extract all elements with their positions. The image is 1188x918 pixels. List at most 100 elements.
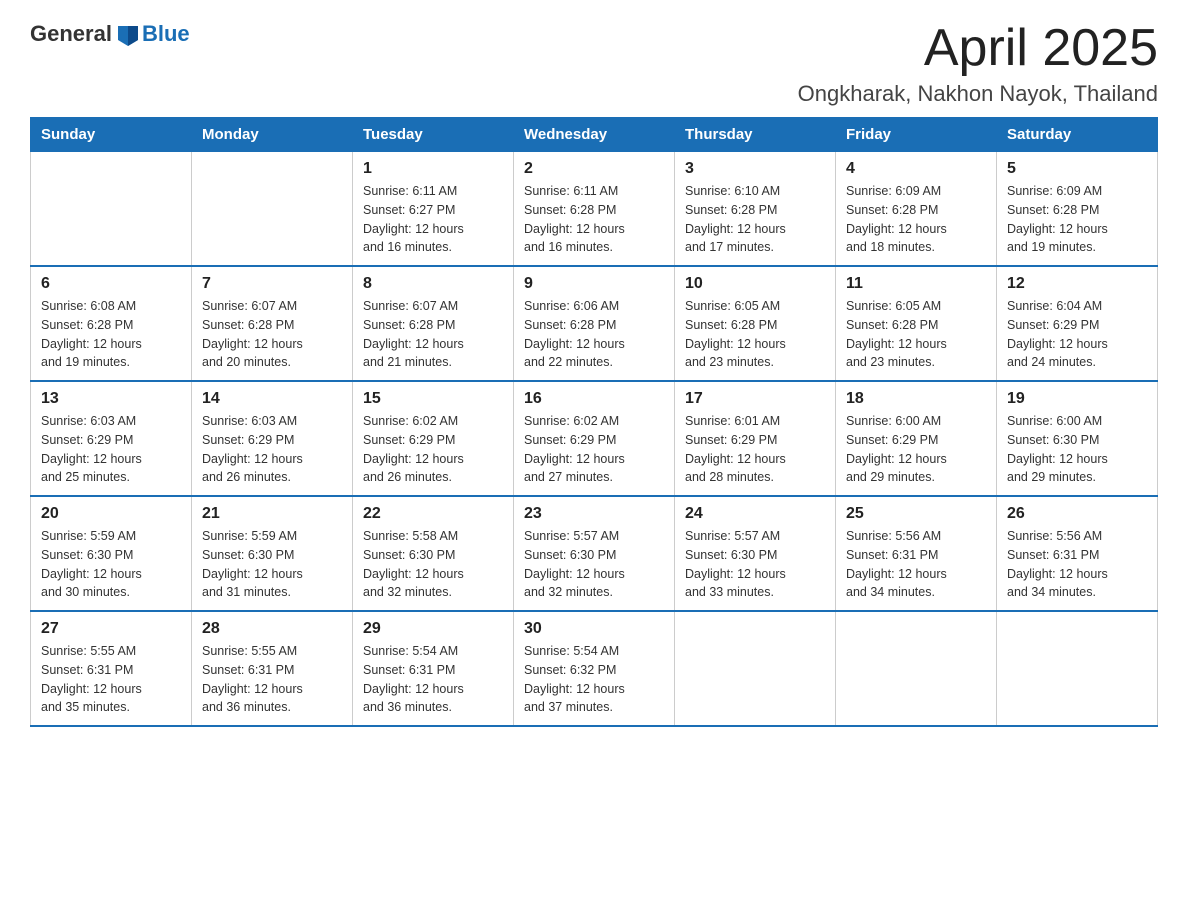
calendar-cell: 28 Sunrise: 5:55 AM Sunset: 6:31 PM Dayli… [192, 611, 353, 726]
calendar-week-row: 27Sunrise: 5:55 AM Sunset: 6:31 PM Dayli… [31, 611, 1158, 726]
day-info: Sunrise: 6:02 AM Sunset: 6:29 PM Dayligh… [363, 412, 503, 487]
day-number: 28 [202, 620, 342, 638]
day-number: 29 [363, 620, 503, 638]
calendar-cell: 10 Sunrise: 6:05 AM Sunset: 6:28 PM Dayli… [675, 266, 836, 381]
day-number: 4 [846, 160, 986, 178]
logo: General Blue [30, 20, 190, 48]
calendar-cell: 22 Sunrise: 5:58 AM Sunset: 6:30 PM Dayli… [353, 496, 514, 611]
day-number: 7 [202, 275, 342, 293]
day-number: 8 [363, 275, 503, 293]
day-number: 9 [524, 275, 664, 293]
weekday-header-monday: Monday [192, 118, 353, 152]
day-info: Sunrise: 6:11 AM Sunset: 6:28 PM Dayligh… [524, 182, 664, 257]
page-title: April 2025 [798, 20, 1158, 77]
day-info: Sunrise: 5:56 AM Sunset: 6:31 PM Dayligh… [846, 527, 986, 602]
day-number: 3 [685, 160, 825, 178]
day-info: Sunrise: 5:56 AM Sunset: 6:31 PM Dayligh… [1007, 527, 1147, 602]
calendar-cell: 24Sunrise: 5:57 AM Sunset: 6:30 PM Dayli… [675, 496, 836, 611]
day-number: 2 [524, 160, 664, 178]
calendar-cell: 14Sunrise: 6:03 AM Sunset: 6:29 PM Dayli… [192, 381, 353, 496]
day-info: Sunrise: 6:05 AM Sunset: 6:28 PM Dayligh… [685, 297, 825, 372]
day-number: 12 [1007, 275, 1147, 293]
calendar-cell: 1Sunrise: 6:11 AM Sunset: 6:27 PM Daylig… [353, 152, 514, 267]
day-number: 6 [41, 275, 181, 293]
calendar-cell [31, 152, 192, 267]
calendar-cell: 13 Sunrise: 6:03 AM Sunset: 6:29 PM Dayli… [31, 381, 192, 496]
day-number: 11 [846, 275, 986, 293]
weekday-row: SundayMondayTuesdayWednesdayThursdayFrid… [31, 118, 1158, 152]
calendar-cell: 27Sunrise: 5:55 AM Sunset: 6:31 PM Dayli… [31, 611, 192, 726]
calendar-week-row: 20 Sunrise: 5:59 AM Sunset: 6:30 PM Dayli… [31, 496, 1158, 611]
calendar-cell: 29 Sunrise: 5:54 AM Sunset: 6:31 PM Dayli… [353, 611, 514, 726]
calendar-cell: 19Sunrise: 6:00 AM Sunset: 6:30 PM Dayli… [997, 381, 1158, 496]
weekday-header-saturday: Saturday [997, 118, 1158, 152]
calendar-cell: 20Sunrise: 5:59 AM Sunset: 6:30 PM Dayli… [31, 496, 192, 611]
calendar-cell: 17 Sunrise: 6:01 AM Sunset: 6:29 PM Dayli… [675, 381, 836, 496]
day-info: Sunrise: 6:08 AM Sunset: 6:28 PM Dayligh… [41, 297, 181, 372]
day-number: 21 [202, 505, 342, 523]
day-info: Sunrise: 6:02 AM Sunset: 6:29 PM Dayligh… [524, 412, 664, 487]
day-info: Sunrise: 6:06 AM Sunset: 6:28 PM Dayligh… [524, 297, 664, 372]
calendar-cell [997, 611, 1158, 726]
day-info: Sunrise: 6:09 AM Sunset: 6:28 PM Dayligh… [846, 182, 986, 257]
day-number: 25 [846, 505, 986, 523]
calendar-cell: 15 Sunrise: 6:02 AM Sunset: 6:29 PM Dayli… [353, 381, 514, 496]
calendar-week-row: 6 Sunrise: 6:08 AM Sunset: 6:28 PM Daylig… [31, 266, 1158, 381]
day-info: Sunrise: 5:58 AM Sunset: 6:30 PM Dayligh… [363, 527, 503, 602]
day-number: 30 [524, 620, 664, 638]
calendar-cell: 18 Sunrise: 6:00 AM Sunset: 6:29 PM Dayli… [836, 381, 997, 496]
day-info: Sunrise: 6:01 AM Sunset: 6:29 PM Dayligh… [685, 412, 825, 487]
calendar-cell: 30 Sunrise: 5:54 AM Sunset: 6:32 PM Dayli… [514, 611, 675, 726]
calendar-body: 1Sunrise: 6:11 AM Sunset: 6:27 PM Daylig… [31, 152, 1158, 727]
page-header: General Blue April 2025 Ongkharak, Nakho… [30, 20, 1158, 107]
calendar-cell: 2 Sunrise: 6:11 AM Sunset: 6:28 PM Daylig… [514, 152, 675, 267]
day-info: Sunrise: 6:03 AM Sunset: 6:29 PM Dayligh… [41, 412, 181, 487]
weekday-header-tuesday: Tuesday [353, 118, 514, 152]
day-info: Sunrise: 6:03 AM Sunset: 6:29 PM Dayligh… [202, 412, 342, 487]
day-number: 5 [1007, 160, 1147, 178]
day-info: Sunrise: 6:04 AM Sunset: 6:29 PM Dayligh… [1007, 297, 1147, 372]
calendar-cell: 4 Sunrise: 6:09 AM Sunset: 6:28 PM Daylig… [836, 152, 997, 267]
day-number: 20 [41, 505, 181, 523]
day-info: Sunrise: 5:59 AM Sunset: 6:30 PM Dayligh… [202, 527, 342, 602]
logo-icon [114, 20, 142, 48]
calendar-cell: 12 Sunrise: 6:04 AM Sunset: 6:29 PM Dayli… [997, 266, 1158, 381]
day-info: Sunrise: 6:09 AM Sunset: 6:28 PM Dayligh… [1007, 182, 1147, 257]
title-block: April 2025 Ongkharak, Nakhon Nayok, Thai… [798, 20, 1158, 107]
day-info: Sunrise: 5:54 AM Sunset: 6:32 PM Dayligh… [524, 642, 664, 717]
calendar-cell: 11Sunrise: 6:05 AM Sunset: 6:28 PM Dayli… [836, 266, 997, 381]
day-info: Sunrise: 6:00 AM Sunset: 6:29 PM Dayligh… [846, 412, 986, 487]
logo-general-text: General [30, 21, 112, 47]
calendar-week-row: 13 Sunrise: 6:03 AM Sunset: 6:29 PM Dayli… [31, 381, 1158, 496]
calendar-cell: 16 Sunrise: 6:02 AM Sunset: 6:29 PM Dayli… [514, 381, 675, 496]
weekday-header-wednesday: Wednesday [514, 118, 675, 152]
calendar-cell: 23Sunrise: 5:57 AM Sunset: 6:30 PM Dayli… [514, 496, 675, 611]
day-number: 15 [363, 390, 503, 408]
day-number: 17 [685, 390, 825, 408]
day-info: Sunrise: 5:55 AM Sunset: 6:31 PM Dayligh… [202, 642, 342, 717]
logo-blue-text: Blue [142, 21, 190, 47]
calendar-cell: 26 Sunrise: 5:56 AM Sunset: 6:31 PM Dayli… [997, 496, 1158, 611]
day-info: Sunrise: 6:07 AM Sunset: 6:28 PM Dayligh… [363, 297, 503, 372]
calendar-cell: 7Sunrise: 6:07 AM Sunset: 6:28 PM Daylig… [192, 266, 353, 381]
weekday-header-friday: Friday [836, 118, 997, 152]
calendar-cell: 25 Sunrise: 5:56 AM Sunset: 6:31 PM Dayli… [836, 496, 997, 611]
calendar-cell: 6 Sunrise: 6:08 AM Sunset: 6:28 PM Daylig… [31, 266, 192, 381]
day-number: 1 [363, 160, 503, 178]
calendar-cell: 9 Sunrise: 6:06 AM Sunset: 6:28 PM Daylig… [514, 266, 675, 381]
calendar-cell: 3Sunrise: 6:10 AM Sunset: 6:28 PM Daylig… [675, 152, 836, 267]
calendar-cell: 21 Sunrise: 5:59 AM Sunset: 6:30 PM Dayli… [192, 496, 353, 611]
calendar-header: SundayMondayTuesdayWednesdayThursdayFrid… [31, 118, 1158, 152]
day-number: 18 [846, 390, 986, 408]
calendar-cell [192, 152, 353, 267]
day-number: 24 [685, 505, 825, 523]
day-number: 13 [41, 390, 181, 408]
day-info: Sunrise: 5:54 AM Sunset: 6:31 PM Dayligh… [363, 642, 503, 717]
day-number: 16 [524, 390, 664, 408]
weekday-header-thursday: Thursday [675, 118, 836, 152]
day-number: 10 [685, 275, 825, 293]
calendar-cell: 5 Sunrise: 6:09 AM Sunset: 6:28 PM Daylig… [997, 152, 1158, 267]
weekday-header-sunday: Sunday [31, 118, 192, 152]
day-number: 26 [1007, 505, 1147, 523]
day-number: 22 [363, 505, 503, 523]
